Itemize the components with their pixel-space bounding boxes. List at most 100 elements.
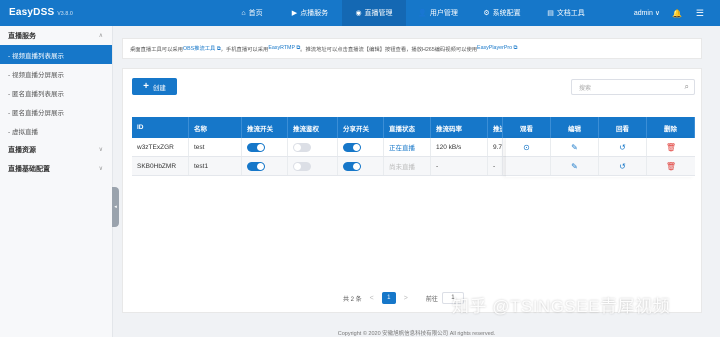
menu-icon[interactable]: ☰ xyxy=(696,8,704,19)
cell-rate: - xyxy=(431,157,488,175)
nav-label: 系统配置 xyxy=(492,10,521,17)
page-1-button[interactable]: 1 xyxy=(381,292,396,304)
col-id: ID xyxy=(132,117,189,138)
top-right: admin ∨ 🔔 ☰ xyxy=(634,0,720,26)
edit-icon[interactable]: ✎ xyxy=(571,143,578,152)
user-icon: 👤 xyxy=(418,10,427,17)
create-button[interactable]: + 创建 xyxy=(132,78,177,95)
nav-label: 用户管理 xyxy=(429,10,458,17)
col-more: 推送 xyxy=(488,117,503,138)
nav-users[interactable]: 👤 用户管理 xyxy=(406,0,470,26)
prev-page-button[interactable]: < xyxy=(370,295,374,302)
main-nav: ⌂ 首页 ▶ 点播服务 ◉ 直播管理 👤 用户管理 ⚙ 系统配置 ▤ 文档工具 xyxy=(226,0,598,26)
pagination-total: 共 2 条 xyxy=(343,296,362,303)
create-label: 创建 xyxy=(152,84,166,92)
cell-rate: 120 kB/s xyxy=(431,138,488,156)
col-push: 推流开关 xyxy=(242,117,288,138)
search-placeholder: 搜索 xyxy=(579,85,592,92)
sidebar-item-virtual-live[interactable]: - 虚拟直播 xyxy=(0,121,112,140)
nav-vod[interactable]: ▶ 点播服务 xyxy=(278,0,342,26)
tips-text: 桌面直播工具可以采用 xyxy=(130,46,183,53)
cell-more: 9.76 xyxy=(488,138,503,156)
push-toggle[interactable] xyxy=(247,161,265,171)
share-toggle[interactable] xyxy=(343,142,361,152)
app-version: V3.8.0 xyxy=(57,11,73,17)
sidebar-item-anon-list[interactable]: - 匿名直播列表展示 xyxy=(0,83,112,102)
trash-icon[interactable]: 🗑 xyxy=(666,162,676,171)
sidebar-group-label: 直播服务 xyxy=(8,32,36,40)
col-status: 直播状态 xyxy=(384,117,431,138)
col-auth: 推流鉴权 xyxy=(288,117,338,138)
nav-settings[interactable]: ⚙ 系统配置 xyxy=(470,0,534,26)
cell-id: SKB0HbZMR xyxy=(132,157,189,175)
nav-docs[interactable]: ▤ 文档工具 xyxy=(534,0,598,26)
goto-label: 前往 xyxy=(425,296,438,303)
tips-text: ，手机直播可以采用 xyxy=(220,46,269,53)
auth-toggle[interactable] xyxy=(293,161,311,171)
live-icon: ◉ xyxy=(355,10,362,17)
cell-id: w3zTExZGR xyxy=(132,138,189,156)
next-page-button[interactable]: > xyxy=(404,295,408,302)
col-share: 分享开关 xyxy=(338,117,384,138)
live-list-panel: + 创建 搜索 ⌕ ID 名称 推流开关 推流鉴权 分享开关 直播状态 推流码率 … xyxy=(122,68,702,313)
top-navbar: EasyDSS V3.8.0 ⌂ 首页 ▶ 点播服务 ◉ 直播管理 👤 用户管理 ⚙ 系统配… xyxy=(0,0,720,26)
doc-icon: ▤ xyxy=(547,10,554,17)
col-name: 名称 xyxy=(189,117,242,138)
col-playback: 回看 xyxy=(599,117,647,138)
table-header: ID 名称 推流开关 推流鉴权 分享开关 直播状态 推流码率 推送 观看 编辑 … xyxy=(132,117,695,138)
status-badge: 正在直播 xyxy=(384,138,431,156)
home-icon: ⌂ xyxy=(241,9,246,17)
footer-copyright: Copyright © 2020 安徽旭帆信息科技有限公司 All rights… xyxy=(337,331,496,337)
live-table: ID 名称 推流开关 推流鉴权 分享开关 直播状态 推流码率 推送 观看 编辑 … xyxy=(132,117,695,176)
sidebar-item-anon-split[interactable]: - 匿名直播分屏展示 xyxy=(0,102,112,121)
sidebar-group-label: 直播基础配置 xyxy=(8,165,50,173)
nav-label: 点播服务 xyxy=(300,10,329,17)
sidebar-group-label: 直播资源 xyxy=(8,146,36,154)
auth-toggle[interactable] xyxy=(293,142,311,152)
play-icon[interactable]: ⊙ xyxy=(523,143,530,152)
nav-label: 直播管理 xyxy=(364,10,393,17)
chevron-up-icon: ∧ xyxy=(98,33,103,39)
nav-live[interactable]: ◉ 直播管理 xyxy=(342,0,406,26)
status-badge: 尚未直播 xyxy=(384,157,431,175)
app-logo[interactable]: EasyDSS V3.8.0 xyxy=(9,7,73,18)
cell-more: - xyxy=(488,157,503,175)
col-delete: 删除 xyxy=(647,117,695,138)
app-name: EasyDSS xyxy=(9,7,55,18)
replay-icon[interactable]: ↺ xyxy=(619,162,626,171)
nav-label: 首页 xyxy=(248,10,263,17)
watermark: 知乎 @TSINGSEE青犀视频 xyxy=(452,297,670,316)
video-icon: ▶ xyxy=(291,10,298,17)
col-watch: 观看 xyxy=(503,117,551,138)
trash-icon[interactable]: 🗑 xyxy=(666,143,676,152)
sidebar: 直播服务 ∧ - 视频直播列表展示 - 视频直播分屏展示 - 匿名直播列表展示 -… xyxy=(0,26,113,337)
col-edit: 编辑 xyxy=(551,117,599,138)
sidebar-group-live-service[interactable]: 直播服务 ∧ xyxy=(0,26,112,45)
tips-text: 。推流地址可以点击直播流【编辑】按钮查看，播放H265编码视频可以使用 xyxy=(300,46,478,53)
easyplayerpro-link[interactable]: EasyPlayerPro ⧉ xyxy=(477,45,517,52)
sidebar-group-live-resources[interactable]: 直播资源 ∨ xyxy=(0,140,112,159)
tips-bar: 桌面直播工具可以采用 OBS推流工具 ⧉ ，手机直播可以采用 EasyRTMP … xyxy=(122,38,702,59)
plus-icon: + xyxy=(143,81,149,92)
chevron-down-icon: ∨ xyxy=(98,147,103,153)
obs-link[interactable]: OBS推流工具 ⧉ xyxy=(183,44,221,53)
user-menu[interactable]: admin ∨ xyxy=(634,9,660,17)
search-input[interactable]: 搜索 ⌕ xyxy=(571,79,695,95)
edit-icon[interactable]: ✎ xyxy=(571,162,578,171)
pagination: 共 2 条 < 1 > 前往 1 xyxy=(343,291,464,305)
replay-icon[interactable]: ↺ xyxy=(619,143,626,152)
sidebar-item-live-list[interactable]: - 视频直播列表展示 xyxy=(0,45,112,64)
sidebar-collapse-handle[interactable]: ◂ xyxy=(112,187,119,227)
easyrtmp-link[interactable]: EasyRTMP ⧉ xyxy=(268,45,300,52)
bell-icon[interactable]: 🔔 xyxy=(672,9,682,18)
push-toggle[interactable] xyxy=(247,142,265,152)
nav-label: 文档工具 xyxy=(556,10,585,17)
sidebar-item-live-split[interactable]: - 视频直播分屏展示 xyxy=(0,64,112,83)
nav-home[interactable]: ⌂ 首页 xyxy=(226,0,278,26)
table-row: w3zTExZGR test 正在直播 120 kB/s 9.76 ⊙ ✎ ↺ … xyxy=(132,138,695,157)
chevron-down-icon: ∨ xyxy=(98,166,103,172)
search-icon[interactable]: ⌕ xyxy=(685,82,689,92)
table-row: SKB0HbZMR test1 尚未直播 - - ✎ ↺ 🗑 xyxy=(132,157,695,176)
sidebar-group-live-config[interactable]: 直播基础配置 ∨ xyxy=(0,159,112,178)
share-toggle[interactable] xyxy=(343,161,361,171)
